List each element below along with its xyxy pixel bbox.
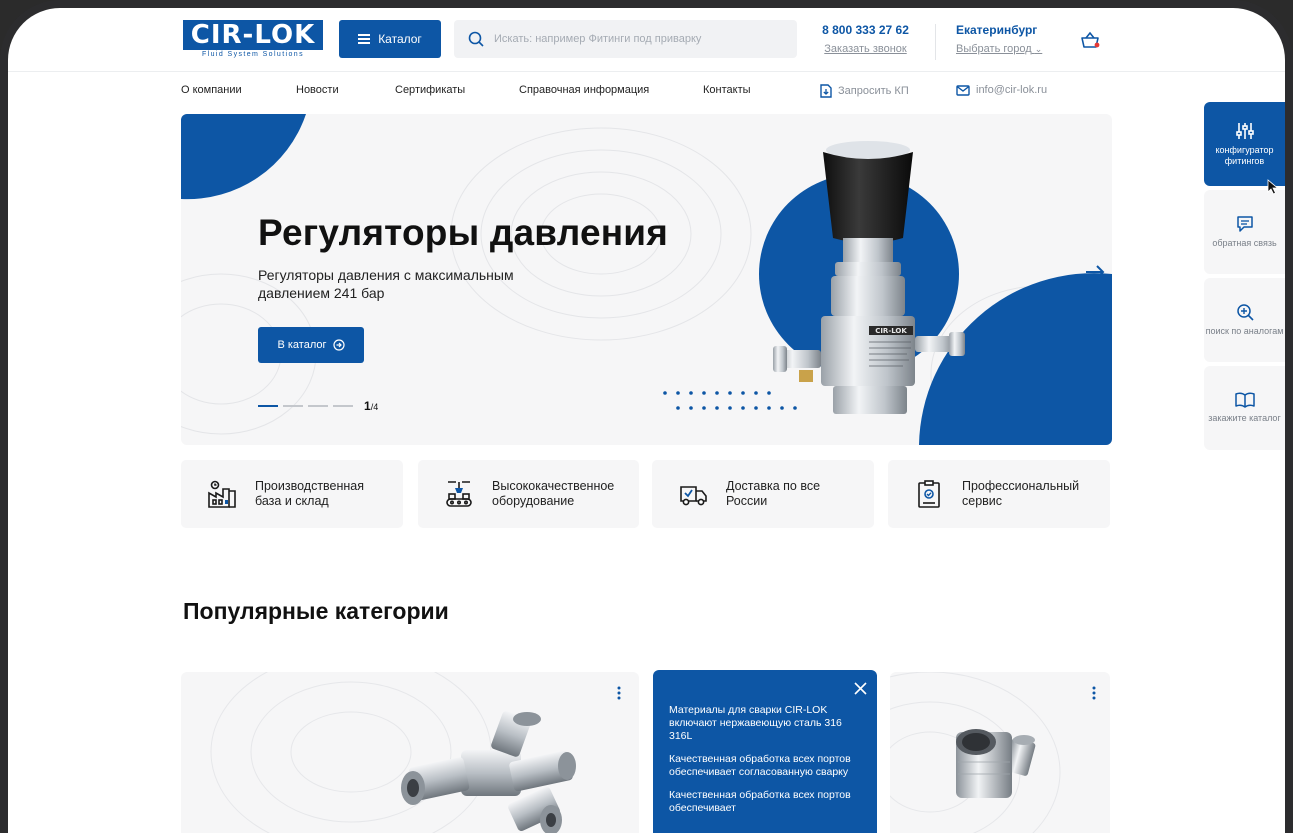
side-feedback[interactable]: обратная связь <box>1204 190 1285 274</box>
side-item-label: закажите каталог <box>1208 413 1281 423</box>
cir-lok-logo[interactable]: CIR-LOK Fluid System Solutions <box>183 20 323 60</box>
browser-page: CIR-LOK Fluid System Solutions Каталог 8… <box>8 8 1285 833</box>
category-card-adapter[interactable] <box>890 672 1110 833</box>
certificate-icon <box>918 480 940 508</box>
feature-service: Профессиональный сервис <box>888 460 1110 528</box>
hero-subtitle: Регуляторы давления с максимальным давле… <box>258 267 514 301</box>
city-select-link[interactable]: Выбрать город ⌄ <box>956 43 1042 55</box>
sliders-icon <box>1235 122 1254 139</box>
nav-certificates[interactable]: Сертификаты <box>395 84 465 96</box>
chat-icon <box>1236 216 1253 232</box>
adapter-fitting-image <box>956 729 1036 798</box>
category-info-tooltip: Материалы для сварки CIR-LOK включают не… <box>653 670 877 833</box>
conveyor-icon <box>446 481 472 507</box>
popular-categories-title: Популярные категории <box>183 598 449 624</box>
slide-counter: 1/4 <box>364 399 378 413</box>
phone-block: 8 800 333 27 62 Заказать звонок <box>808 23 923 55</box>
cart-icon[interactable] <box>1080 31 1100 51</box>
chevron-down-icon: ⌄ <box>1034 44 1043 54</box>
logo-text: CIR-LOK <box>183 20 323 50</box>
city-name: Екатеринбург <box>956 23 1038 37</box>
nav-about[interactable]: О компании <box>181 84 242 96</box>
slider-pagination: 1/4 <box>258 399 378 413</box>
truck-icon <box>680 486 707 506</box>
mail-icon <box>956 84 970 96</box>
tee-fitting-image <box>401 711 576 833</box>
tooltip-text: Качественная обработка всех портов обесп… <box>669 753 851 778</box>
feature-label: Высококачественное оборудование <box>492 479 615 508</box>
slide-counter-total: /4 <box>370 402 379 412</box>
menu-icon <box>358 34 371 44</box>
feature-quality-equipment: Высококачественное оборудование <box>418 460 639 528</box>
logo-tagline: Fluid System Solutions <box>202 51 304 58</box>
factory-icon <box>208 480 236 508</box>
slide-indicator-3[interactable] <box>308 405 328 407</box>
request-quote-link[interactable]: Запросить КП <box>820 84 909 98</box>
product-brand-label: CIR-LOK <box>875 327 907 335</box>
email-label: info@cir-lok.ru <box>976 84 1048 96</box>
book-icon <box>1234 392 1255 408</box>
side-panel: конфигуратор фитингов обратная связь пои… <box>1204 102 1285 454</box>
hero-catalog-button[interactable]: В каталог <box>258 327 364 363</box>
more-vertical-icon[interactable] <box>1092 686 1096 700</box>
city-select-label: Выбрать город <box>956 43 1032 55</box>
slide-indicator-4[interactable] <box>333 405 353 407</box>
pressure-regulator-image: CIR-LOK <box>773 141 965 414</box>
category-card-tee[interactable] <box>181 672 639 833</box>
nav-contacts[interactable]: Контакты <box>703 84 751 96</box>
phone-number[interactable]: 8 800 333 27 62 <box>808 23 923 37</box>
slide-indicator-2[interactable] <box>283 405 303 407</box>
side-item-label: поиск по аналогам <box>1205 326 1284 336</box>
feature-delivery: Доставка по все России <box>652 460 874 528</box>
tooltip-text: Качественная обработка всех портов обесп… <box>669 789 851 814</box>
side-item-label: конфигуратор фитингов <box>1215 144 1274 166</box>
top-nav: О компании Новости Сертификаты Справочна… <box>8 84 1285 100</box>
feature-label: Производственная база и склад <box>255 479 365 508</box>
city-block: Екатеринбург Выбрать город ⌄ <box>956 23 1042 55</box>
side-order-catalog[interactable]: закажите каталог <box>1204 366 1285 450</box>
request-quote-label: Запросить КП <box>838 85 909 97</box>
side-fitting-configurator[interactable]: конфигуратор фитингов <box>1204 102 1285 186</box>
catalog-button-label: Каталог <box>378 32 422 46</box>
zoom-plus-icon <box>1236 304 1254 321</box>
arrow-circle-icon <box>332 339 345 351</box>
nav-reference[interactable]: Справочная информация <box>519 84 649 96</box>
nav-news[interactable]: Новости <box>296 84 339 96</box>
hero-slider: CIR-LOK Регуляторы давления Регуляторы д… <box>181 114 1112 445</box>
feature-label: Доставка по все России <box>726 479 821 508</box>
feature-label: Профессиональный сервис <box>962 479 1080 508</box>
hero-title: Регуляторы давления <box>258 212 669 253</box>
slide-counter-current: 1 <box>364 399 371 413</box>
mouse-cursor-icon <box>1267 179 1279 195</box>
callback-link[interactable]: Заказать звонок <box>808 43 923 55</box>
hero-button-label: В каталог <box>277 339 327 351</box>
close-icon[interactable] <box>854 682 867 695</box>
tooltip-text: Материалы для сварки CIR-LOK включают не… <box>669 704 842 742</box>
feature-production-base: Производственная база и склад <box>181 460 403 528</box>
search-icon <box>468 31 484 47</box>
catalog-button[interactable]: Каталог <box>339 20 441 58</box>
header-divider <box>935 24 936 60</box>
search-input[interactable] <box>494 33 774 45</box>
device-frame: CIR-LOK Fluid System Solutions Каталог 8… <box>0 0 1293 833</box>
document-download-icon <box>820 84 832 98</box>
more-vertical-icon[interactable] <box>617 686 621 700</box>
header-separator <box>8 71 1285 72</box>
slide-indicator-1[interactable] <box>258 405 278 407</box>
arrow-right-icon[interactable] <box>1085 264 1105 280</box>
side-item-label: обратная связь <box>1212 238 1277 248</box>
side-analog-search[interactable]: поиск по аналогам <box>1204 278 1285 362</box>
email-link[interactable]: info@cir-lok.ru <box>956 84 1047 96</box>
search-bar[interactable] <box>454 20 797 58</box>
